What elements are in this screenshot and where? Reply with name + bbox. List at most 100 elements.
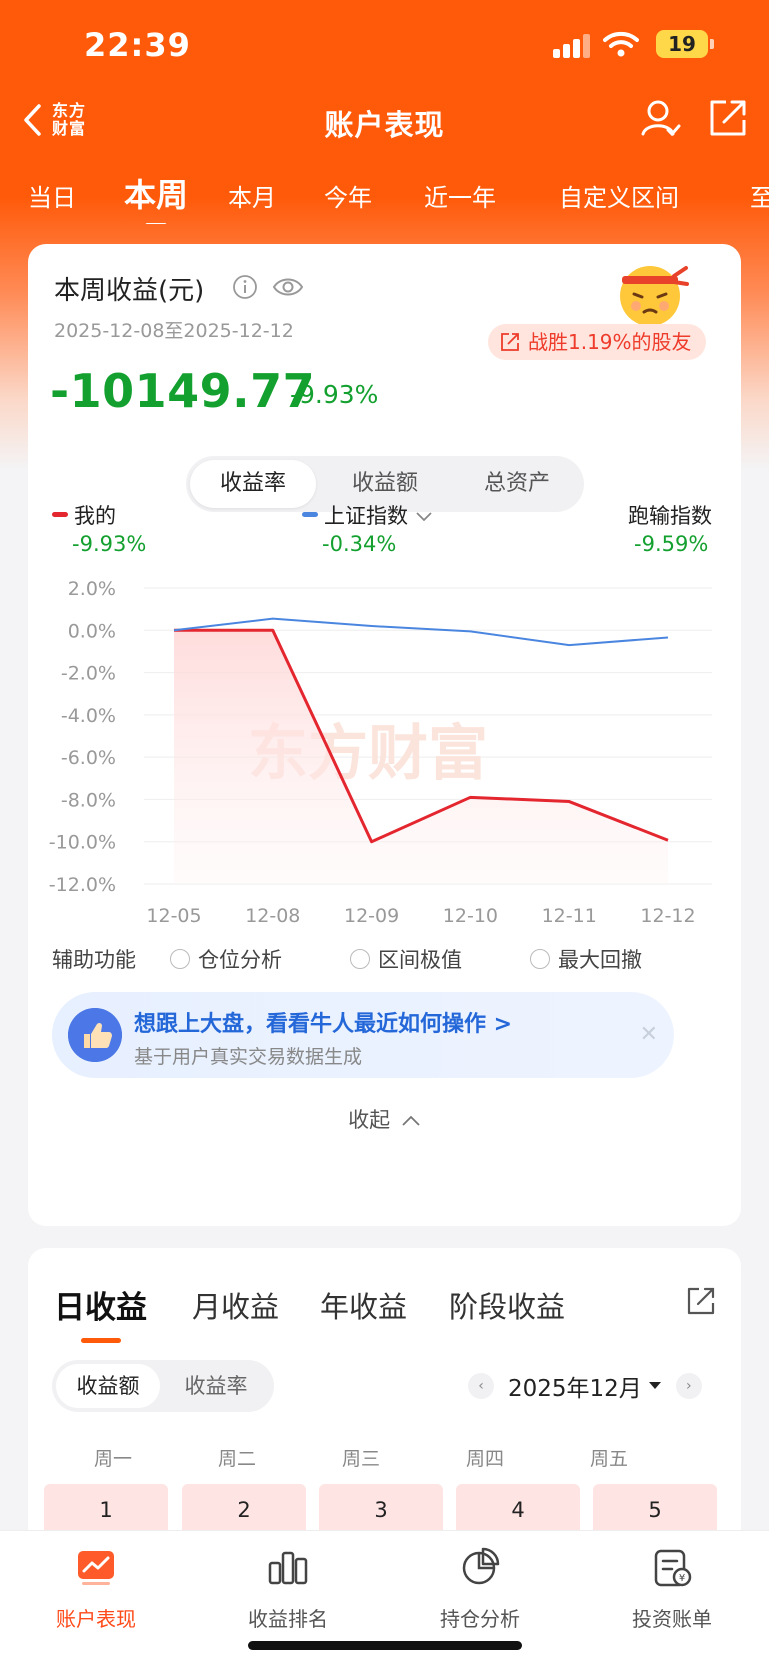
collapse-button[interactable]: 收起 (28, 1104, 741, 1134)
aux-option-range-extreme-label: 区间极值 (378, 948, 462, 972)
x-tick-label: 12-08 (245, 905, 300, 927)
beat-ratio-badge[interactable]: 战胜1.19%的股友 (488, 324, 706, 360)
income-seg-amount[interactable]: 收益额 (56, 1364, 160, 1408)
share-small-icon (501, 333, 519, 351)
cellular-signal-icon (553, 32, 593, 58)
bottom-tab-label: 投资账单 (632, 1607, 712, 1631)
period-tabs: 当日 本周 本月 今年 近一年 自定义区间 至 (0, 160, 769, 224)
y-tick-label: -12.0% (49, 874, 116, 896)
y-tick-label: -8.0% (61, 789, 116, 811)
status-bar: 22:39 19 (0, 0, 769, 88)
tab-today[interactable]: 当日 (28, 178, 76, 213)
y-tick-label: -4.0% (61, 705, 116, 727)
navbar: 东方财富 账户表现 (0, 88, 769, 152)
promo-banner[interactable]: 想跟上大盘，看看牛人最近如何操作 > 基于用户真实交易数据生成 ✕ (52, 992, 674, 1078)
weekday-fri: 周五 (589, 1448, 628, 1470)
bottom-tab-account-performance[interactable]: 账户表现 (0, 1545, 192, 1632)
next-month-button[interactable]: › (675, 1373, 702, 1399)
legend-mine-label: 我的 (74, 504, 116, 528)
performance-chart-icon (78, 1551, 114, 1585)
tab-monthly-income[interactable]: 月收益 (192, 1284, 279, 1326)
aux-option-position-label: 仓位分析 (198, 948, 282, 972)
bottom-tab-label: 账户表现 (56, 1607, 136, 1631)
x-tick-label: 12-09 (344, 905, 399, 927)
chevron-up-icon (402, 1115, 420, 1126)
tab-stage-income[interactable]: 阶段收益 (449, 1284, 565, 1326)
close-icon[interactable]: ✕ (640, 1022, 658, 1047)
income-metric-segmented-control: 收益额 收益率 (52, 1360, 274, 1412)
weekday-tue: 周二 (217, 1448, 256, 1470)
legend-index-swatch (302, 511, 318, 517)
legend-index-label: 上证指数 (324, 504, 408, 528)
x-tick-label: 12-11 (542, 905, 597, 927)
legend-underperform-label: 跑输指数 (628, 504, 712, 528)
legend-index-value: -0.34% (322, 532, 397, 556)
legend-index[interactable]: 上证指数 (302, 500, 433, 530)
date-range: 2025-12-08至2025-12-12 (54, 320, 294, 342)
y-tick-label: -2.0% (61, 663, 116, 685)
x-tick-label: 12-05 (146, 905, 201, 927)
weekly-performance-card: 本周收益(元) 2025-12-08至2025-12-12 战胜1.19%的股友… (28, 244, 741, 1226)
beat-ratio-text: 战胜1.19%的股友 (528, 330, 692, 354)
eye-icon[interactable] (272, 276, 304, 298)
weekday-mon: 周一 (93, 1448, 132, 1470)
tab-daily-income[interactable]: 日收益 (54, 1282, 147, 1343)
tab-more[interactable]: 至 (750, 178, 769, 213)
bottom-tab-income-ranking[interactable]: 收益排名 (192, 1545, 384, 1632)
aux-functions-label: 辅助功能 (52, 948, 136, 972)
thumbs-up-icon (68, 1008, 122, 1062)
legend-underperform-value: -9.59% (634, 532, 709, 556)
radio-icon (530, 949, 550, 969)
tab-last-year[interactable]: 近一年 (424, 178, 496, 213)
status-time: 22:39 (84, 26, 191, 64)
y-tick-label: -6.0% (61, 747, 116, 769)
caret-down-icon[interactable] (648, 1381, 662, 1391)
metric-tab-total-assets[interactable]: 总资产 (454, 460, 580, 508)
legend-mine-swatch (52, 511, 68, 517)
chevron-down-icon (416, 512, 432, 522)
collapse-label: 收起 (348, 1108, 391, 1132)
tab-this-week[interactable]: 本周 (124, 170, 188, 224)
metric-tab-return-rate[interactable]: 收益率 (190, 460, 316, 508)
weekday-wed: 周三 (341, 1448, 380, 1470)
home-indicator (248, 1641, 522, 1650)
return-line-chart: 2.0% 0.0% -2.0% -4.0% -6.0% -8.0% -10.0% -12.0%… (49, 578, 712, 927)
battery-indicator: 19 (656, 30, 714, 58)
y-tick-label: 0.0% (68, 620, 116, 642)
tab-this-year[interactable]: 今年 (324, 178, 372, 213)
period-profit-value: -10149.77 (50, 364, 316, 418)
income-seg-rate[interactable]: 收益率 (164, 1364, 268, 1408)
bottom-tab-holdings-analysis[interactable]: 持仓分析 (384, 1545, 576, 1632)
svg-text:¥: ¥ (679, 1573, 685, 1584)
bottom-tab-label: 持仓分析 (440, 1607, 520, 1631)
radio-icon (350, 949, 370, 969)
bottom-tab-label: 收益排名 (248, 1607, 328, 1631)
bar-chart-icon (268, 1551, 308, 1585)
month-navigator: ‹ 2025年12月 › (468, 1364, 702, 1408)
prev-month-button[interactable]: ‹ (468, 1373, 494, 1399)
tab-this-month[interactable]: 本月 (228, 178, 276, 213)
mascot-emoji-icon (620, 266, 689, 326)
share-icon[interactable] (706, 96, 750, 140)
bill-icon: ¥ (654, 1549, 692, 1587)
period-profit-pct: -9.93% (290, 380, 379, 409)
aux-option-range-extreme[interactable]: 区间极值 (350, 944, 462, 974)
y-tick-label: -10.0% (49, 832, 116, 854)
user-profile-icon[interactable] (638, 96, 682, 140)
aux-option-max-drawdown[interactable]: 最大回撤 (530, 944, 642, 974)
bottom-tab-investment-bill[interactable]: ¥ 投资账单 (576, 1545, 768, 1632)
summary-title: 本周收益(元) (54, 276, 205, 306)
promo-title: 想跟上大盘，看看牛人最近如何操作 > (134, 1012, 513, 1037)
promo-subtitle: 基于用户真实交易数据生成 (134, 1046, 363, 1068)
radio-icon (170, 949, 190, 969)
tab-yearly-income[interactable]: 年收益 (320, 1284, 407, 1326)
month-label[interactable]: 2025年12月 (508, 1369, 642, 1403)
aux-option-max-drawdown-label: 最大回撤 (558, 948, 642, 972)
tab-custom-range[interactable]: 自定义区间 (559, 178, 679, 213)
legend-mine: 我的 (52, 500, 116, 530)
legend-mine-value: -9.93% (72, 532, 147, 556)
share-icon[interactable] (686, 1286, 716, 1316)
y-tick-label: 2.0% (68, 578, 116, 600)
info-icon[interactable] (232, 274, 258, 300)
aux-option-position[interactable]: 仓位分析 (170, 944, 282, 974)
